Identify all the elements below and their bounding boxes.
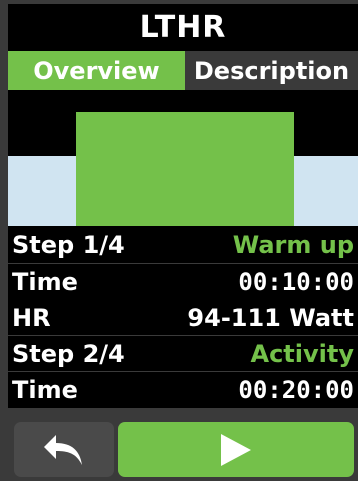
tab-overview-label: Overview xyxy=(33,56,160,85)
play-icon xyxy=(221,433,251,466)
step-number: Step 1/4 xyxy=(12,230,125,259)
tab-bar: Overview Description xyxy=(8,51,358,90)
step-number: Step 2/4 xyxy=(12,339,125,368)
step-hr-row: HR 94-111 Watt xyxy=(8,300,358,336)
hr-label: HR xyxy=(12,303,51,332)
time-label: Time xyxy=(12,376,78,404)
tab-description-label: Description xyxy=(193,56,350,85)
device-screen: LTHR Overview Description Step 1/4 Warm … xyxy=(0,0,358,481)
step-time-row: Time 00:10:00 xyxy=(8,264,358,300)
time-value: 00:10:00 xyxy=(238,268,354,296)
time-value: 00:20:00 xyxy=(238,376,354,404)
step-header-row: Step 2/4 Activity xyxy=(8,336,358,372)
tab-overview[interactable]: Overview xyxy=(8,51,185,90)
workout-step-bar xyxy=(76,112,294,226)
start-button[interactable] xyxy=(118,422,354,477)
back-button[interactable] xyxy=(14,422,114,477)
step-name: Warm up xyxy=(232,230,354,259)
hr-value: 94-111 Watt xyxy=(187,303,354,332)
workout-profile-graph xyxy=(8,90,358,226)
page-title: LTHR xyxy=(8,4,358,51)
time-label: Time xyxy=(12,268,78,296)
step-time-row: Time 00:20:00 xyxy=(8,372,358,408)
tab-description[interactable]: Description xyxy=(185,51,358,90)
back-arrow-icon xyxy=(44,434,82,465)
step-name: Activity xyxy=(250,339,355,368)
step-header-row: Step 1/4 Warm up xyxy=(8,226,358,264)
step-list: Step 1/4 Warm up Time 00:10:00 HR 94-111… xyxy=(8,226,358,408)
title-text: LTHR xyxy=(139,10,227,45)
footer-bar xyxy=(8,418,358,481)
